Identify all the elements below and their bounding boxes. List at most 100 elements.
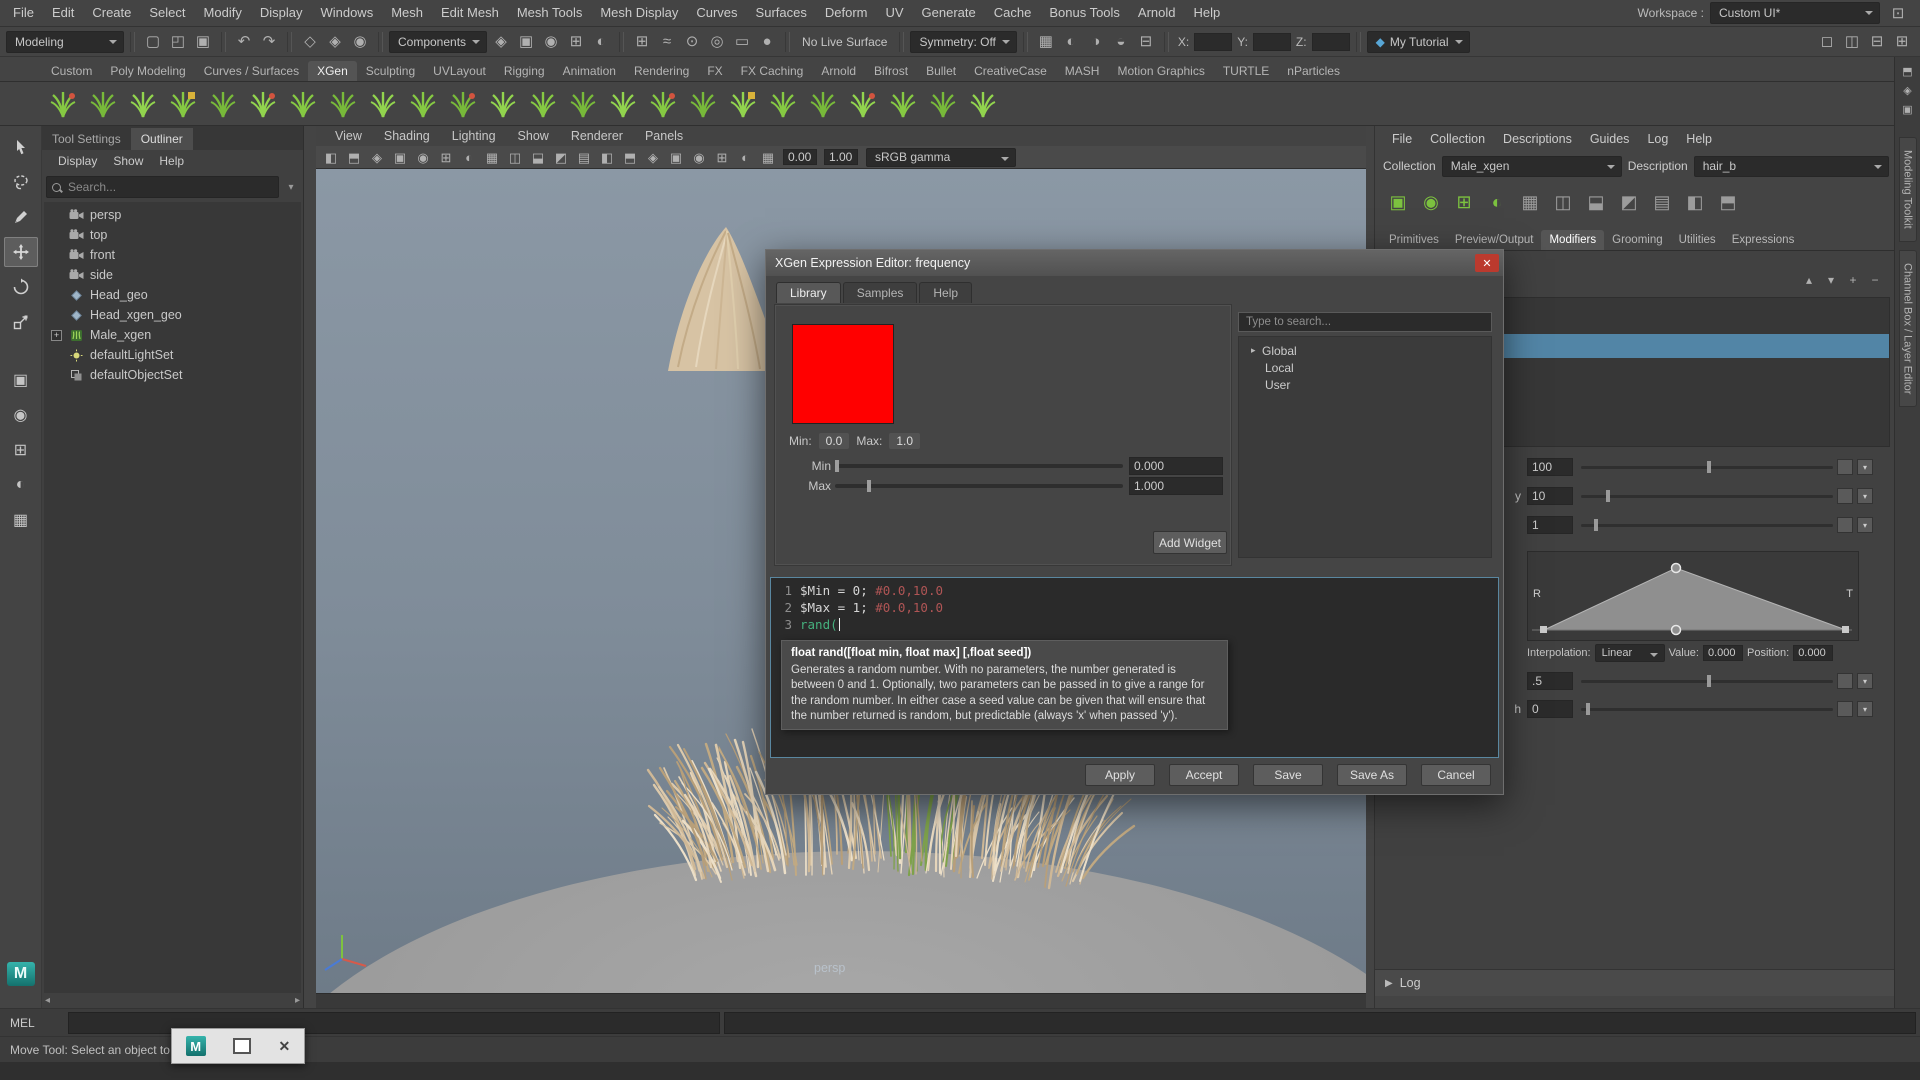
range-min-value[interactable]: 0.0 xyxy=(819,433,850,449)
outliner-filter-icon[interactable]: ▾ xyxy=(283,182,299,193)
attribute-value-field[interactable]: 10 xyxy=(1527,487,1573,505)
shelf-tab-animation[interactable]: Animation xyxy=(554,61,625,81)
shelf-tab-xgen[interactable]: XGen xyxy=(308,61,357,81)
ramp-position-field[interactable]: 0.000 xyxy=(1793,645,1833,661)
menu-mesh[interactable]: Mesh xyxy=(382,0,432,26)
move-tool-icon[interactable] xyxy=(4,237,38,267)
lock-camera-icon[interactable]: ⬒ xyxy=(343,147,365,167)
scroll-left-icon[interactable]: ◂ xyxy=(45,995,50,1006)
rotate-tool-icon[interactable] xyxy=(4,272,38,302)
save-scene-icon[interactable]: ▣ xyxy=(191,30,215,54)
outliner-search-box[interactable] xyxy=(46,176,279,198)
dialog-tab-library[interactable]: Library xyxy=(776,282,841,303)
xgen-shelf-button-5[interactable] xyxy=(204,85,242,123)
menu-mesh-tools[interactable]: Mesh Tools xyxy=(508,0,592,26)
description-dropdown[interactable]: hair_b xyxy=(1694,156,1889,177)
chevron-right-icon[interactable]: ▸ xyxy=(1251,345,1262,356)
menu-select[interactable]: Select xyxy=(140,0,194,26)
show-panel-icon-1[interactable]: ⬒ xyxy=(1898,63,1918,81)
expand-icon[interactable]: + xyxy=(51,330,62,341)
dialog-tab-help[interactable]: Help xyxy=(919,282,972,303)
xgen-menu-guides[interactable]: Guides xyxy=(1581,132,1639,146)
xgen-shelf-button-1[interactable] xyxy=(44,85,82,123)
dialog-close-button[interactable]: ✕ xyxy=(1475,254,1499,272)
menu-create[interactable]: Create xyxy=(83,0,140,26)
screen-space-ao-icon[interactable]: ◧ xyxy=(596,147,618,167)
menu-display[interactable]: Display xyxy=(251,0,312,26)
shelf-tab-poly-modeling[interactable]: Poly Modeling xyxy=(101,61,194,81)
soft-select-tool-icon[interactable]: ⊞ xyxy=(4,435,38,465)
shelf-tab-custom[interactable]: Custom xyxy=(42,61,101,81)
viewport-menu-lighting[interactable]: Lighting xyxy=(441,129,507,143)
menu-edit-mesh[interactable]: Edit Mesh xyxy=(432,0,508,26)
outliner-menu-show[interactable]: Show xyxy=(105,154,151,168)
create-collection-icon[interactable]: ◉ xyxy=(1416,187,1446,217)
workspace-pin-icon[interactable]: ⊡ xyxy=(1886,1,1910,25)
xgen-tab-expressions[interactable]: Expressions xyxy=(1724,230,1803,250)
outliner-item-defaultlightset[interactable]: defaultLightSet xyxy=(44,345,301,365)
xgen-shelf-button-17[interactable] xyxy=(684,85,722,123)
xgen-shelf-button-10[interactable] xyxy=(404,85,442,123)
shelf-tab-creativecase[interactable]: CreativeCase xyxy=(965,61,1056,81)
ramp-key-left[interactable] xyxy=(1540,626,1547,633)
panel-tab-outliner[interactable]: Outliner xyxy=(131,128,193,150)
menu-set-dropdown[interactable]: Modeling xyxy=(6,31,124,53)
attribute-value-field[interactable]: 1 xyxy=(1527,516,1573,534)
outliner-menu-help[interactable]: Help xyxy=(151,154,192,168)
z-coord-field[interactable] xyxy=(1312,33,1350,51)
view-transform-dropdown[interactable]: sRGB gamma xyxy=(866,148,1016,167)
select-component-icon[interactable]: ◉ xyxy=(348,30,372,54)
viewport-menu-show[interactable]: Show xyxy=(507,129,560,143)
xgen-menu-descriptions[interactable]: Descriptions xyxy=(1494,132,1581,146)
create-description-icon[interactable]: ▣ xyxy=(1383,187,1413,217)
mask-surfaces-icon[interactable]: ◉ xyxy=(539,30,563,54)
viewport-menu-renderer[interactable]: Renderer xyxy=(560,129,634,143)
smooth-shade-icon[interactable]: ◫ xyxy=(504,147,526,167)
shelf-tab-mash[interactable]: MASH xyxy=(1056,61,1109,81)
two-panes-icon[interactable]: ◫ xyxy=(1840,30,1864,54)
ramp-widget[interactable]: R T xyxy=(1527,551,1859,641)
menu-help[interactable]: Help xyxy=(1185,0,1230,26)
outliner-item-head-xgen-geo[interactable]: Head_xgen_geo xyxy=(44,305,301,325)
outliner-scrollbar[interactable]: ◂ ▸ xyxy=(42,993,303,1008)
shelf-tab-bullet[interactable]: Bullet xyxy=(917,61,965,81)
export-collection-icon[interactable]: ◐ xyxy=(1482,187,1512,217)
xgen-shelf-button-15[interactable] xyxy=(604,85,642,123)
scope-item-local[interactable]: Local xyxy=(1239,359,1491,376)
expression-code-editor[interactable]: 1$Min = 0; #0.0,10.02$Max = 1; #0.0,10.0… xyxy=(770,577,1499,758)
scroll-right-icon[interactable]: ▸ xyxy=(295,995,300,1006)
xgen-shelf-button-2[interactable] xyxy=(84,85,122,123)
shadows-icon[interactable]: ▤ xyxy=(573,147,595,167)
redo-icon[interactable]: ↷ xyxy=(257,30,281,54)
attribute-slider[interactable] xyxy=(1581,701,1833,717)
xgen-menu-file[interactable]: File xyxy=(1383,132,1421,146)
ramp-key-apex[interactable] xyxy=(1672,564,1681,573)
x-ray-icon[interactable]: ◐ xyxy=(734,147,756,167)
modeling-toolkit-tool-icon[interactable]: ▦ xyxy=(4,505,38,535)
isolate-select-icon[interactable]: ⊞ xyxy=(711,147,733,167)
xgen-tab-preview-output[interactable]: Preview/Output xyxy=(1447,230,1542,250)
xgen-shelf-button-13[interactable] xyxy=(524,85,562,123)
outliner-item-head-geo[interactable]: Head_geo xyxy=(44,285,301,305)
live-surface-label[interactable]: No Live Surface xyxy=(796,35,893,49)
attribute-slider[interactable] xyxy=(1581,459,1833,475)
menu-generate[interactable]: Generate xyxy=(913,0,985,26)
snap-align-tool-icon[interactable]: ▣ xyxy=(4,365,38,395)
attribute-slider[interactable] xyxy=(1581,673,1833,689)
map-button-icon[interactable] xyxy=(1837,517,1853,533)
shelf-tab-nparticles[interactable]: nParticles xyxy=(1278,61,1349,81)
command-language-toggle[interactable]: MEL xyxy=(0,1016,68,1030)
make-live-icon[interactable]: ● xyxy=(755,30,779,54)
xgen-shelf-button-16[interactable] xyxy=(644,85,682,123)
xgen-shelf-button-24[interactable] xyxy=(964,85,1002,123)
add-modifier-icon[interactable]: + xyxy=(1844,271,1862,289)
single-pane-icon[interactable]: ◻ xyxy=(1815,30,1839,54)
xgen-tab-modifiers[interactable]: Modifiers xyxy=(1541,230,1604,250)
max-slider-handle[interactable] xyxy=(867,480,871,492)
window-icon[interactable] xyxy=(233,1038,251,1054)
bookmarks-icon[interactable]: ▣ xyxy=(389,147,411,167)
fog-icon[interactable]: ◉ xyxy=(688,147,710,167)
xgen-shelf-button-19[interactable] xyxy=(764,85,802,123)
undo-icon[interactable]: ↶ xyxy=(232,30,256,54)
xgen-tab-utilities[interactable]: Utilities xyxy=(1671,230,1724,250)
